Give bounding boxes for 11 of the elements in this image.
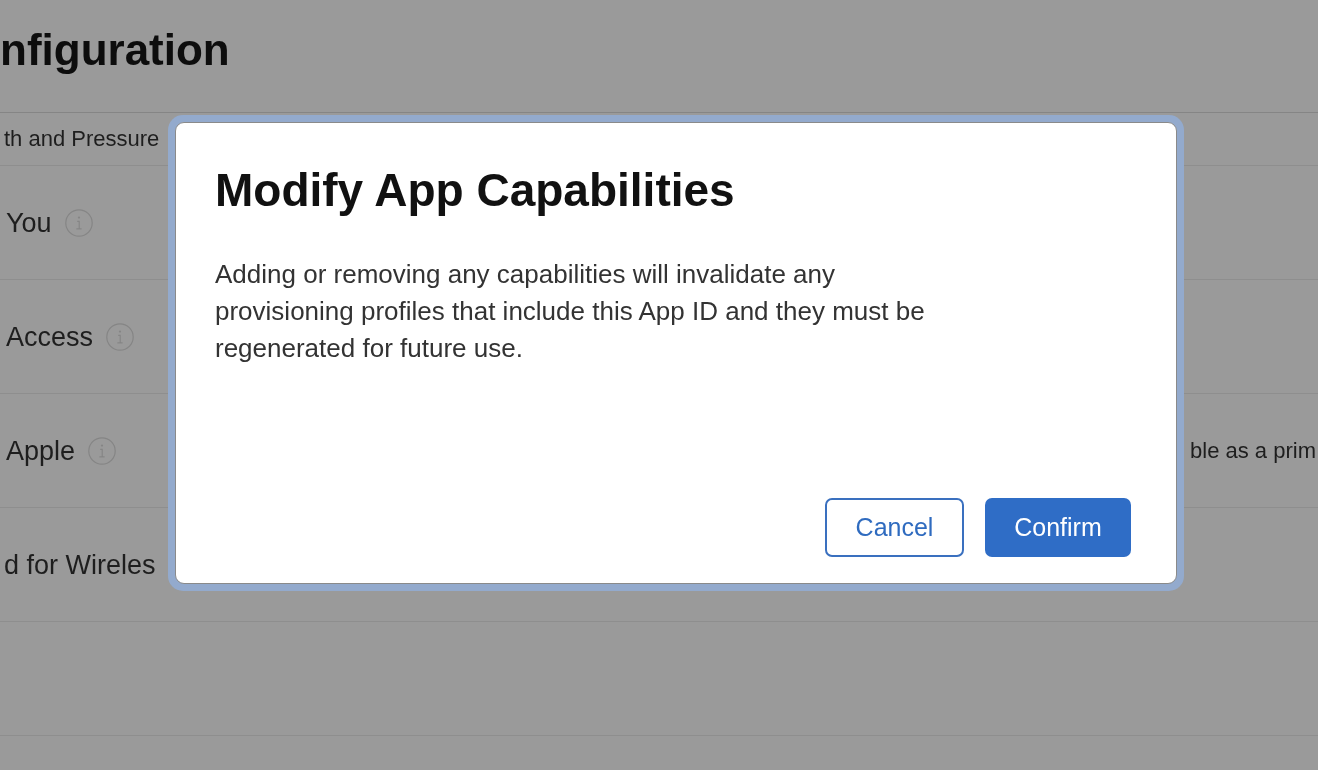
capability-name: You [6,206,52,240]
cancel-button[interactable]: Cancel [825,498,964,557]
capability-name: Access [6,320,94,354]
dialog-message: Adding or removing any capabilities will invalidate any provisioning profiles that include this App ID and they must be regenerated for future use. [215,258,926,365]
capability-description: ble as a prim [1190,436,1317,465]
page-title: nfiguration [0,24,230,76]
confirm-button[interactable]: Confirm [985,498,1131,557]
capability-name: d for Wireles [4,548,156,582]
capability-name: Apple [6,434,76,468]
dialog-title: Modify App Capabilities [215,163,735,218]
capability-name: th and Pressure [4,125,160,153]
